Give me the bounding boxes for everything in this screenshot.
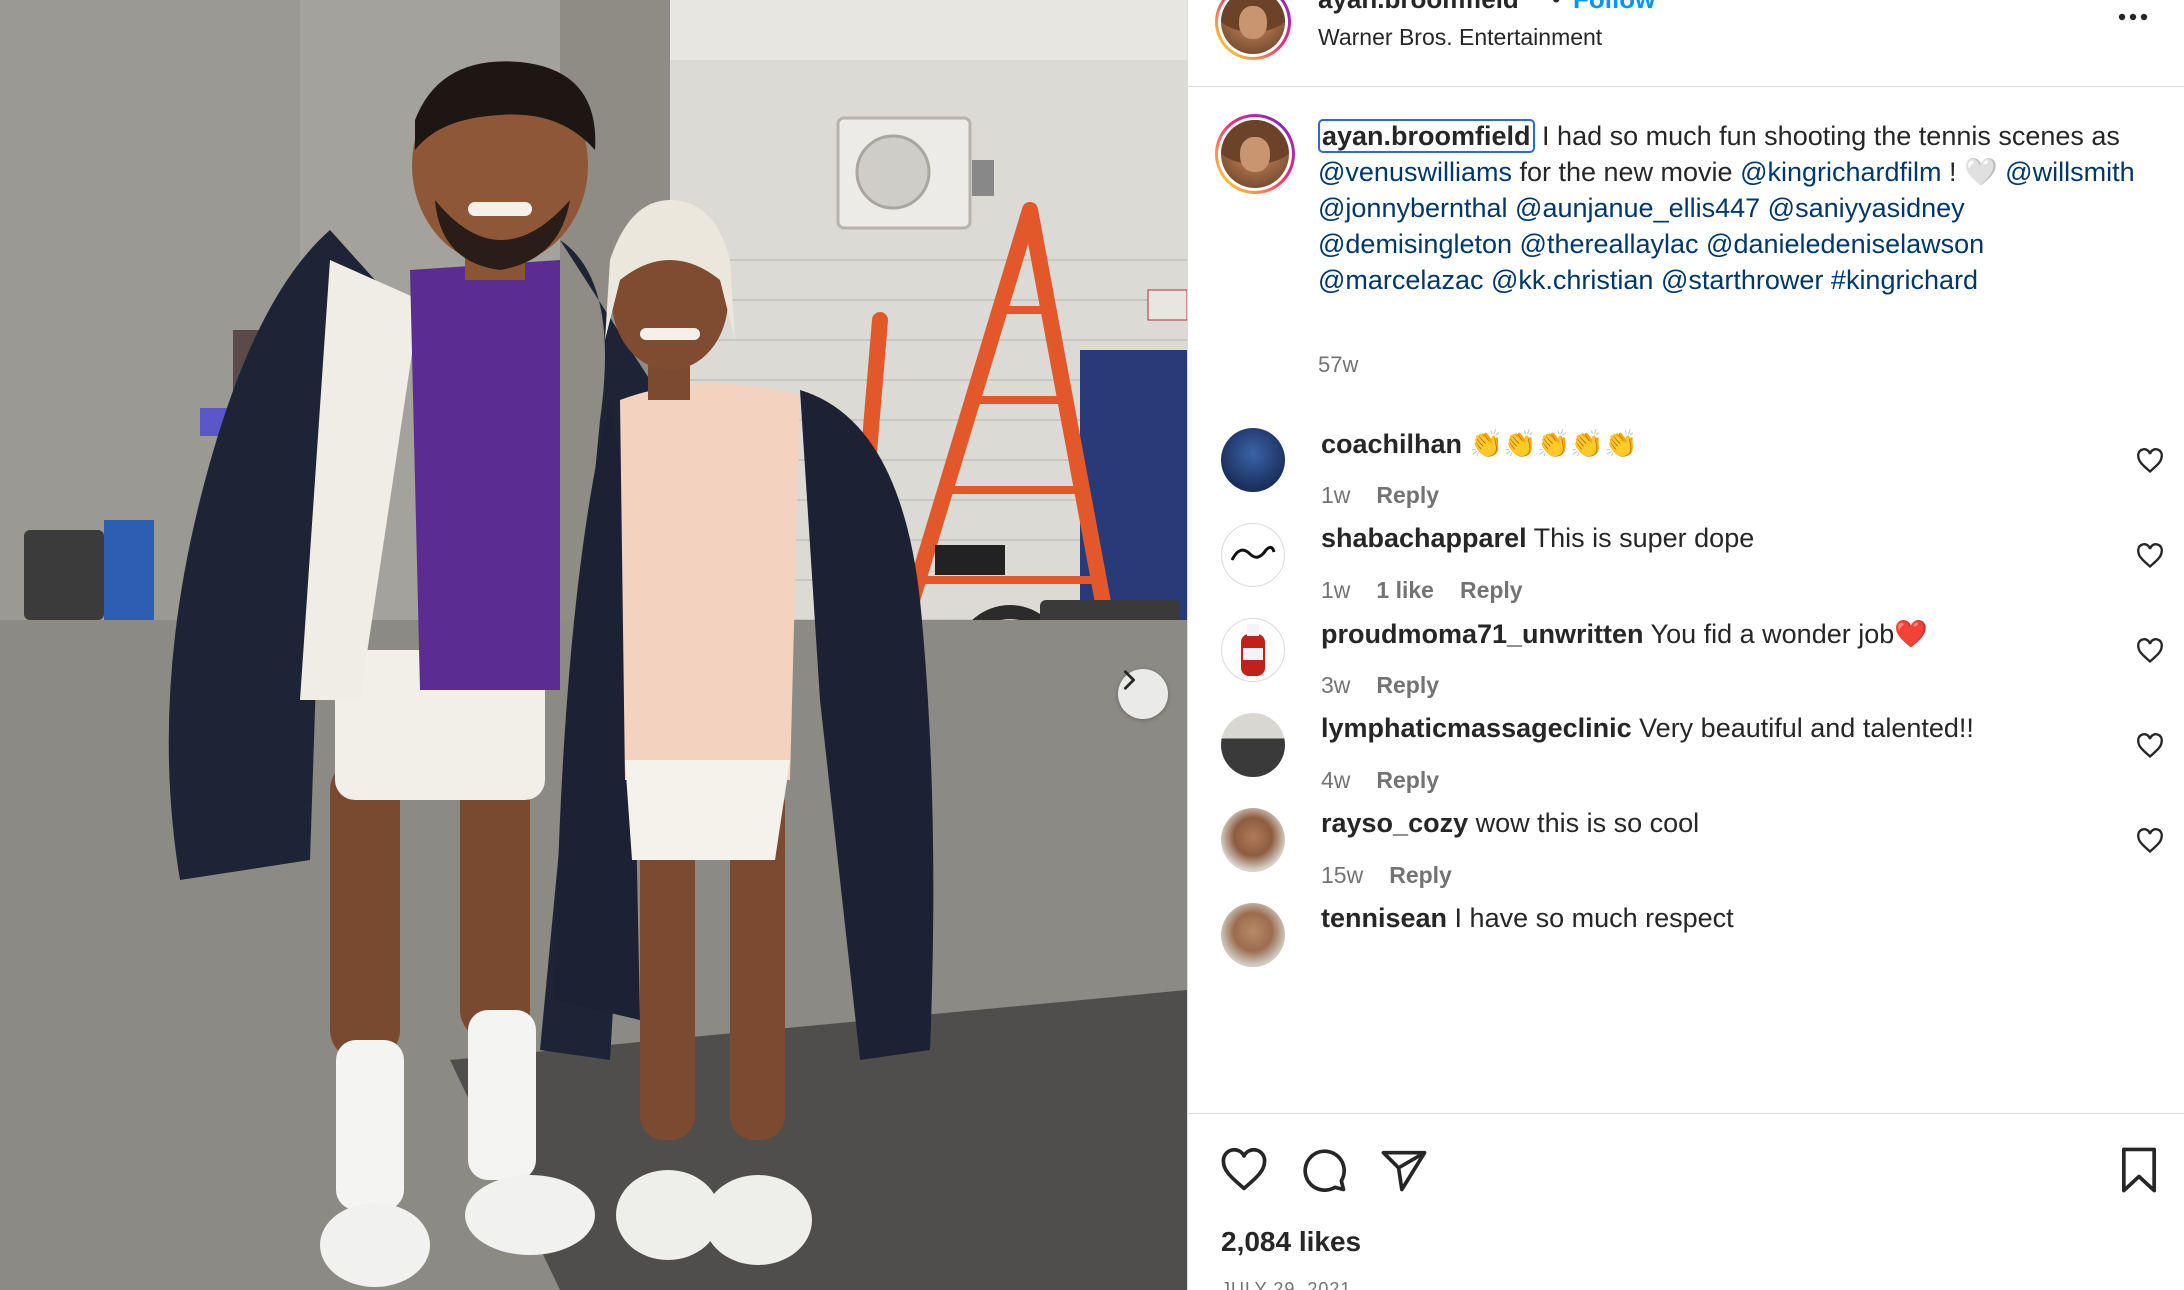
comment-like-heart-icon[interactable] [2136, 543, 2164, 569]
mention-link[interactable]: @danieledeniselawson [1706, 229, 1984, 259]
shabach-logo-icon [1230, 545, 1276, 561]
separator-dot: • [1552, 0, 1560, 14]
more-options-icon [2118, 13, 2148, 21]
comment-text: 👏👏👏👏👏 [1462, 429, 1638, 459]
comment-like-heart-icon[interactable] [2136, 828, 2164, 854]
comment-like-heart-icon[interactable] [2136, 638, 2164, 664]
caption-text-1: I had so much fun shooting the tennis sc… [1534, 121, 2120, 151]
author-username[interactable]: ayan.broomfield [1318, 0, 1519, 15]
caption-timestamp[interactable]: 57w [1318, 352, 1358, 378]
bookmark-icon[interactable] [2113, 1144, 2165, 1196]
post-location[interactable]: Warner Bros. Entertainment [1318, 24, 1602, 51]
commenter-avatar[interactable] [1221, 428, 1285, 492]
comment-username[interactable]: proudmoma71_unwritten [1321, 619, 1644, 649]
author-avatar[interactable] [1215, 0, 1291, 60]
comment-item: tennisean I have so much respect [1188, 875, 2184, 995]
mention-link[interactable]: @willsmith [2005, 157, 2134, 187]
commenter-avatar[interactable] [1221, 523, 1285, 587]
comment-text: wow this is so cool [1468, 808, 1700, 838]
post-caption: ayan.broomfield I had so much fun shooti… [1318, 118, 2148, 298]
comment-text-line: shabachapparel This is super dope [1321, 523, 1754, 554]
mention-link[interactable]: @demisingleton [1318, 229, 1512, 259]
next-photo-button[interactable] [1118, 669, 1168, 719]
photo-illustration [0, 0, 1187, 1290]
post-photo[interactable] [0, 0, 1187, 1290]
comment-text: Very beautiful and talented!! [1631, 713, 1974, 743]
comment-like-heart-icon[interactable] [2136, 733, 2164, 759]
caption-username[interactable]: ayan.broomfield [1318, 119, 1535, 153]
caption-text-3: ! 🤍 [1941, 157, 2006, 187]
mention-link[interactable]: @venuswilliams [1318, 157, 1512, 187]
caption-author-avatar[interactable] [1215, 114, 1295, 194]
comments-list[interactable]: coachilhan 👏👏👏👏👏 1w Reply shabachapparel … [1188, 400, 2184, 1112]
commenter-avatar[interactable] [1221, 808, 1285, 872]
caption-text-2: for the new movie [1511, 157, 1741, 187]
mention-link[interactable]: @starthrower [1661, 265, 1823, 295]
follow-button[interactable]: Follow [1573, 0, 1655, 15]
mention-link[interactable]: @aunjanue_ellis447 [1515, 193, 1760, 223]
commenter-avatar[interactable] [1221, 713, 1285, 777]
comment-text-line: coachilhan 👏👏👏👏👏 [1321, 428, 1638, 460]
post-date: JULY 29, 2021 [1221, 1279, 1352, 1290]
mention-link[interactable]: @saniyyasidney [1768, 193, 1965, 223]
post-sidebar: ayan.broomfield • Follow Warner Bros. En… [1187, 0, 2184, 1290]
comment-username[interactable]: rayso_cozy [1321, 808, 1468, 838]
mention-link[interactable]: @jonnybernthal [1318, 193, 1508, 223]
heart-icon[interactable] [1218, 1144, 1270, 1196]
commenter-avatar[interactable] [1221, 903, 1285, 967]
ketchup-bottle-icon [1241, 624, 1265, 676]
comment-icon[interactable] [1298, 1144, 1350, 1196]
comment-text-line: rayso_cozy wow this is so cool [1321, 808, 1699, 839]
comment-username[interactable]: shabachapparel [1321, 523, 1527, 553]
hashtag-link[interactable]: #kingrichard [1831, 265, 1978, 295]
comment-username[interactable]: tennisean [1321, 903, 1447, 933]
share-icon[interactable] [1378, 1144, 1430, 1196]
post-actions-bar: 2,084 likes JULY 29, 2021 [1188, 1113, 2184, 1290]
comment-text-line: lymphaticmassageclinic Very beautiful an… [1321, 713, 1974, 744]
more-options-button[interactable] [2113, 2, 2153, 32]
post-header: ayan.broomfield • Follow Warner Bros. En… [1188, 0, 2184, 87]
mention-link[interactable]: @kk.christian [1491, 265, 1653, 295]
comment-text: You fid a wonder job❤️ [1643, 619, 1928, 649]
mention-link[interactable]: @thereallaylac [1520, 229, 1699, 259]
commenter-avatar[interactable] [1221, 618, 1285, 682]
mention-link[interactable]: @marcelazac [1318, 265, 1483, 295]
mention-link[interactable]: @kingrichardfilm [1740, 157, 1941, 187]
likes-count[interactable]: 2,084 likes [1221, 1226, 1361, 1258]
chevron-right-icon [1123, 670, 1135, 690]
comment-text-line: proudmoma71_unwritten You fid a wonder j… [1321, 618, 1928, 650]
comment-text: This is super dope [1526, 523, 1755, 553]
comment-username[interactable]: lymphaticmassageclinic [1321, 713, 1632, 743]
comment-like-heart-icon[interactable] [2136, 448, 2164, 474]
comment-text: I have so much respect [1447, 903, 1734, 933]
comment-username[interactable]: coachilhan [1321, 429, 1462, 459]
comment-text-line: tennisean I have so much respect [1321, 903, 1734, 934]
